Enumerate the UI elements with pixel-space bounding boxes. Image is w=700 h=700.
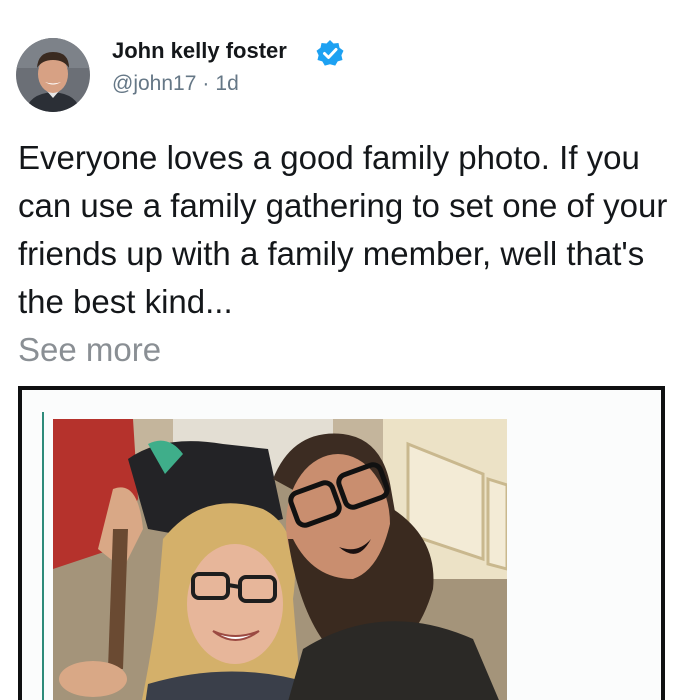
- photo-image: [53, 419, 507, 700]
- tweet-meta: @john17 · 1d: [112, 72, 239, 96]
- tweet-timestamp[interactable]: 1d: [215, 72, 238, 95]
- verified-badge-icon: [316, 40, 344, 66]
- meta-separator: ·: [202, 72, 210, 95]
- author-name[interactable]: John kelly foster: [112, 38, 287, 64]
- author-handle[interactable]: @john17: [112, 72, 196, 95]
- avatar[interactable]: [16, 38, 90, 112]
- media-accent-line: [42, 412, 44, 700]
- family-photo[interactable]: [53, 419, 507, 700]
- tweet-card: John kelly foster @john17 · 1d Everyone lo…: [0, 0, 700, 700]
- tweet-media[interactable]: [18, 386, 665, 700]
- avatar-image: [16, 38, 90, 112]
- see-more-link[interactable]: See more: [18, 328, 161, 372]
- tweet-text: Everyone loves a good family photo. If y…: [18, 139, 668, 320]
